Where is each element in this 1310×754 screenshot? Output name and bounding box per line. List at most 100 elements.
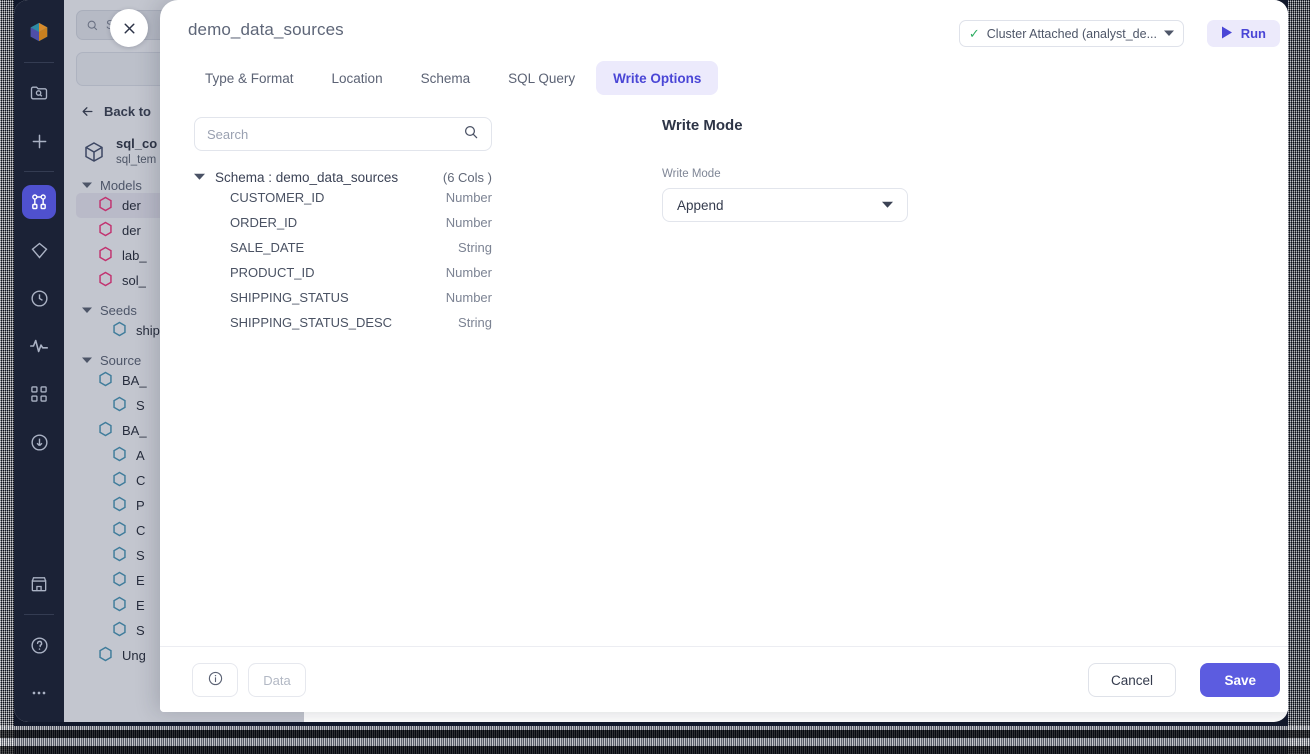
source-hex-icon <box>98 371 113 390</box>
chevron-down-icon <box>1164 27 1174 41</box>
folder-search-icon[interactable] <box>22 76 56 110</box>
model-hex-icon <box>98 221 113 240</box>
write-mode-panel: Write Mode Write Mode Append <box>662 117 962 222</box>
schema-column-row[interactable]: SHIPPING_STATUS Number <box>194 285 492 310</box>
frame-noise-left <box>0 0 14 754</box>
tab-schema[interactable]: Schema <box>404 61 488 95</box>
data-button[interactable]: Data <box>248 663 306 697</box>
schema-column-row[interactable]: SALE_DATE String <box>194 235 492 260</box>
tab-label: SQL Query <box>508 70 576 86</box>
schema-root-label: Schema : demo_data_sources <box>215 170 399 185</box>
schema-column-type: Number <box>445 215 492 230</box>
cluster-status-dropdown[interactable]: ✓ Cluster Attached (analyst_de... <box>958 20 1184 47</box>
schema-column-name: SALE_DATE <box>230 240 305 255</box>
pipeline-icon[interactable] <box>22 185 56 219</box>
schema-column-type: Number <box>445 190 492 205</box>
schema-root-row[interactable]: Schema : demo_data_sources (6 Cols ) <box>194 170 492 185</box>
app-logo-icon[interactable] <box>22 15 56 49</box>
save-button[interactable]: Save <box>1200 663 1280 697</box>
close-icon[interactable] <box>110 9 148 47</box>
search-box[interactable] <box>194 117 492 151</box>
source-hex-icon <box>112 321 127 340</box>
tab-label: Type & Format <box>205 70 294 86</box>
info-button[interactable] <box>192 663 238 697</box>
tab-label: Schema <box>420 70 471 86</box>
plus-icon[interactable] <box>22 124 56 158</box>
source-hex-icon <box>112 571 127 590</box>
write-mode-select[interactable]: Append <box>662 188 908 222</box>
marketplace-icon[interactable] <box>22 567 56 601</box>
tab-location[interactable]: Location <box>315 61 400 95</box>
data-button-label: Data <box>263 672 291 688</box>
clock-icon[interactable] <box>22 281 56 315</box>
search-input[interactable] <box>207 126 463 142</box>
sidebar-tree-item-label: E <box>136 598 145 614</box>
schema-column-type: Number <box>445 290 492 305</box>
tab-sql-query[interactable]: SQL Query <box>491 61 592 95</box>
schema-column-row[interactable]: CUSTOMER_ID Number <box>194 185 492 210</box>
source-hex-icon <box>112 621 127 640</box>
cancel-button[interactable]: Cancel <box>1087 663 1176 697</box>
activity-icon[interactable] <box>22 329 56 363</box>
diamond-icon[interactable] <box>22 233 56 267</box>
sidebar-model-title: sql_co <box>116 136 158 151</box>
schema-cols-count: (6 Cols ) <box>442 170 492 185</box>
source-hex-icon <box>112 521 127 540</box>
sidebar-tree-item-label: A <box>136 448 145 464</box>
schema-column-list: CUSTOMER_ID Number ORDER_ID Number SALE_DATE… <box>194 185 492 335</box>
sidebar-group-label: Seeds <box>100 303 137 319</box>
schema-column-row[interactable]: SHIPPING_STATUS_DESC String <box>194 310 492 335</box>
model-hex-icon <box>98 271 113 290</box>
more-dots-icon[interactable] <box>22 676 56 710</box>
info-icon <box>207 670 224 690</box>
source-hex-icon <box>112 496 127 515</box>
cancel-button-label: Cancel <box>1110 672 1153 688</box>
application-window: Search Proje Back to sql_co sql_tem <box>14 0 1288 722</box>
schema-column-name: CUSTOMER_ID <box>230 190 325 205</box>
help-circle-icon[interactable] <box>22 628 56 662</box>
caret-down-icon[interactable] <box>82 178 92 193</box>
check-icon: ✓ <box>968 25 980 41</box>
source-hex-icon <box>112 546 127 565</box>
arrow-left-icon <box>82 107 93 116</box>
modal-tabs: Type & Format Location Schema SQL Query Writ… <box>188 61 719 95</box>
source-hex-icon <box>98 646 113 665</box>
sidebar-group-label: Source <box>100 353 142 369</box>
schema-column-name: ORDER_ID <box>230 215 298 230</box>
sidebar-tree-item-label: S <box>136 398 145 414</box>
caret-down-icon[interactable] <box>194 170 205 185</box>
schema-column-row[interactable]: PRODUCT_ID Number <box>194 260 492 285</box>
schema-column-type: Number <box>445 265 492 280</box>
write-options-modal: demo_data_sources ✓ Cluster Attached (an… <box>160 0 1288 712</box>
nodes-icon[interactable] <box>22 377 56 411</box>
download-circle-icon[interactable] <box>22 425 56 459</box>
run-button[interactable]: Run <box>1206 20 1280 47</box>
caret-down-icon[interactable] <box>82 353 92 368</box>
cube-icon <box>85 141 103 162</box>
model-hex-icon <box>98 196 113 215</box>
source-hex-icon <box>98 421 113 440</box>
tab-type-format[interactable]: Type & Format <box>188 61 311 95</box>
tab-write-options[interactable]: Write Options <box>596 61 719 95</box>
sidebar-tree-item-label: lab_ <box>122 248 147 264</box>
sidebar-tree-item-label: P <box>136 498 145 514</box>
schema-column-name: SHIPPING_STATUS_DESC <box>230 315 393 330</box>
sidebar-tree-item-label: E <box>136 573 145 589</box>
sidebar-group-label: Models <box>100 178 142 194</box>
sidebar-tree-item-label: Ung <box>122 648 146 664</box>
rail-divider-2 <box>24 171 54 172</box>
sidebar-tree-item-label: BA_ <box>122 373 147 389</box>
page-title: demo_data_sources <box>188 20 344 39</box>
save-button-label: Save <box>1224 672 1256 688</box>
sidebar-back-label: Back to <box>104 104 151 119</box>
schema-column-name: PRODUCT_ID <box>230 265 315 280</box>
sidebar-tree-item-label: S <box>136 623 145 639</box>
rail-divider-3 <box>24 614 54 615</box>
tab-label: Write Options <box>613 70 702 86</box>
caret-down-icon[interactable] <box>82 303 92 318</box>
sidebar-tree-item-label: C <box>136 473 146 489</box>
modal-body: Schema : demo_data_sources (6 Cols ) CUS… <box>160 99 1288 646</box>
frame-noise-bottom <box>0 726 1310 754</box>
sidebar-model-subtitle: sql_tem <box>116 153 157 166</box>
schema-column-row[interactable]: ORDER_ID Number <box>194 210 492 235</box>
